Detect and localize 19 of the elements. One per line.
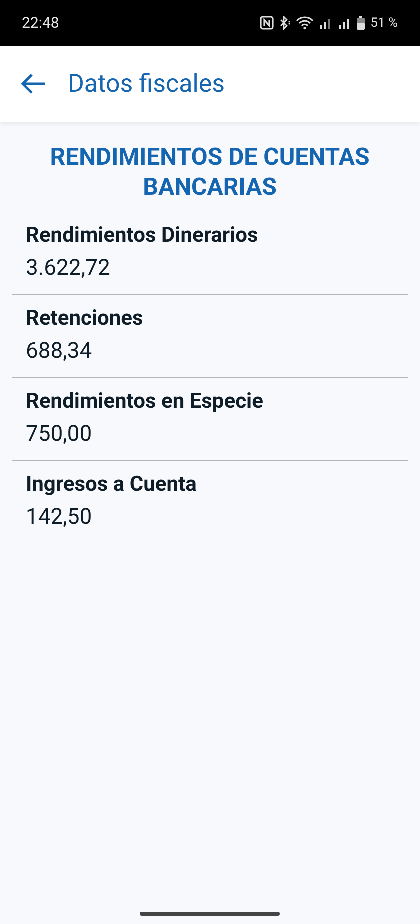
item-value: 142,50 bbox=[26, 505, 94, 530]
item-label: Retenciones bbox=[26, 307, 144, 331]
wifi-icon bbox=[296, 16, 314, 30]
status-time: 22:48 bbox=[22, 14, 60, 32]
battery-icon bbox=[356, 16, 365, 30]
screen-title: Datos fiscales bbox=[68, 70, 225, 98]
item-value: 688,34 bbox=[26, 339, 94, 364]
item-value: 750,00 bbox=[26, 422, 94, 447]
item-value: 3.622,72 bbox=[26, 256, 112, 281]
signal-icon bbox=[318, 16, 333, 30]
item-label: Rendimientos Dinerarios bbox=[26, 224, 260, 248]
battery-percent: 51 % bbox=[370, 16, 398, 30]
nfc-icon bbox=[260, 16, 274, 30]
bluetooth-icon bbox=[278, 16, 291, 30]
signal-icon bbox=[338, 16, 352, 30]
item-label: Ingresos a Cuenta bbox=[26, 473, 198, 497]
item-label: Rendimientos en Especie bbox=[26, 390, 264, 414]
back-arrow-icon bbox=[20, 73, 46, 95]
section-title: RENDIMIENTOS DE CUENTAS BANCARIAS bbox=[49, 142, 371, 202]
